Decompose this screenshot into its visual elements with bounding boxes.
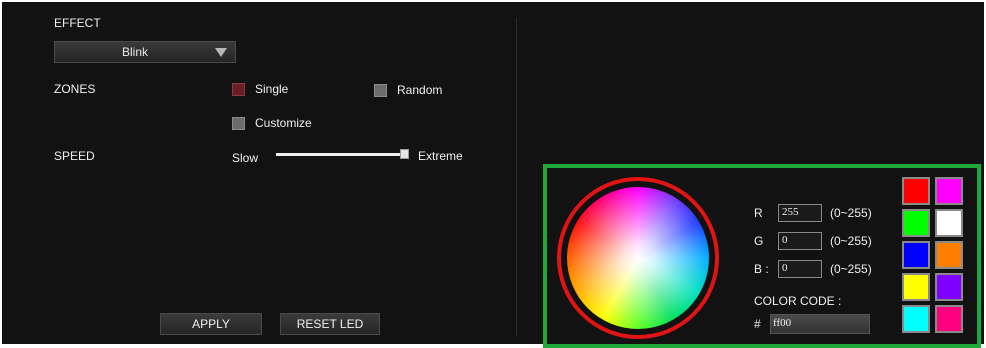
red-range: (0~255) — [830, 206, 872, 220]
swatch-green[interactable] — [902, 209, 930, 237]
zones-label: ZONES — [54, 82, 96, 96]
chevron-down-icon[interactable] — [215, 47, 227, 57]
speed-slider-track[interactable] — [276, 153, 406, 156]
checkbox-icon[interactable] — [374, 83, 387, 97]
color-wheel-ring — [557, 177, 719, 339]
swatch-purple[interactable] — [935, 273, 963, 301]
speed-label: SPEED — [54, 149, 95, 163]
blue-label: B : — [754, 262, 769, 276]
checkbox-icon[interactable] — [232, 82, 245, 96]
effect-label: EFFECT — [54, 16, 101, 30]
swatch-magenta[interactable] — [935, 177, 963, 205]
speed-max-label: Extreme — [418, 149, 463, 163]
zone-single-label: Single — [255, 82, 289, 96]
swatch-red[interactable] — [902, 177, 930, 205]
zone-customize-label: Customize — [255, 116, 312, 130]
effect-selected: Blink — [121, 45, 148, 59]
speed-min-label: Slow — [232, 151, 259, 165]
zone-single-option[interactable]: Single — [232, 82, 288, 96]
red-row: R 255 (0~255) — [754, 204, 872, 222]
apply-button[interactable]: APPLY — [160, 313, 262, 335]
led-settings-panel: EFFECT Blink ZONES Single Random Customi… — [0, 0, 986, 348]
swatch-white[interactable] — [935, 209, 963, 237]
reset-led-button[interactable]: RESET LED — [280, 313, 380, 335]
swatch-blue[interactable] — [902, 241, 930, 269]
effect-dropdown[interactable]: Blink — [54, 41, 236, 63]
green-range: (0~255) — [830, 234, 872, 248]
red-label: R — [754, 206, 763, 220]
swatch-yellow[interactable] — [902, 273, 930, 301]
blue-range: (0~255) — [830, 262, 872, 276]
speed-slider-thumb[interactable] — [400, 149, 409, 159]
color-code-label: COLOR CODE : — [754, 294, 842, 308]
swatch-cyan[interactable] — [902, 305, 930, 333]
color-code-row: # ff00 — [754, 314, 870, 334]
zone-random-option[interactable]: Random — [374, 83, 442, 97]
blue-input[interactable]: 0 — [778, 260, 822, 278]
color-wheel[interactable] — [567, 187, 709, 329]
green-input[interactable]: 0 — [778, 232, 822, 250]
red-input[interactable]: 255 — [778, 204, 822, 222]
hash-label: # — [754, 317, 761, 331]
divider — [516, 18, 517, 336]
blue-row: B : 0 (0~255) — [754, 260, 872, 278]
swatch-pink[interactable] — [935, 305, 963, 333]
green-row: G 0 (0~255) — [754, 232, 872, 250]
zone-random-label: Random — [397, 83, 443, 97]
zone-customize-option[interactable]: Customize — [232, 116, 312, 130]
checkbox-icon[interactable] — [232, 116, 245, 130]
color-code-input[interactable]: ff00 — [770, 314, 870, 334]
swatch-orange[interactable] — [935, 241, 963, 269]
green-label: G — [754, 234, 764, 248]
